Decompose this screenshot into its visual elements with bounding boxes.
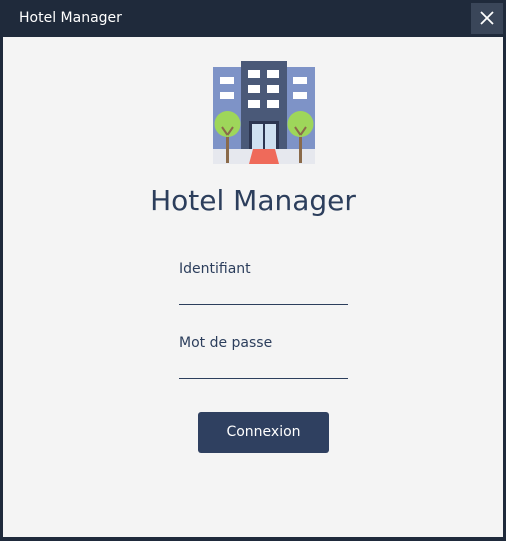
app-title: Hotel Manager — [150, 184, 356, 217]
login-window: Hotel Manager Hotel Manager Identifiant … — [0, 0, 506, 541]
title-bar[interactable]: Hotel Manager — [0, 0, 506, 37]
close-button[interactable] — [471, 3, 503, 34]
username-label: Identifiant — [179, 261, 251, 277]
login-button[interactable]: Connexion — [198, 412, 329, 453]
login-panel: Hotel Manager Identifiant Mot de passe C… — [3, 37, 503, 537]
password-input[interactable] — [179, 356, 348, 379]
hotel-building-icon — [213, 61, 315, 164]
password-label: Mot de passe — [179, 335, 273, 351]
username-input[interactable] — [179, 282, 348, 305]
close-icon — [480, 11, 494, 25]
window-title: Hotel Manager — [19, 10, 122, 26]
